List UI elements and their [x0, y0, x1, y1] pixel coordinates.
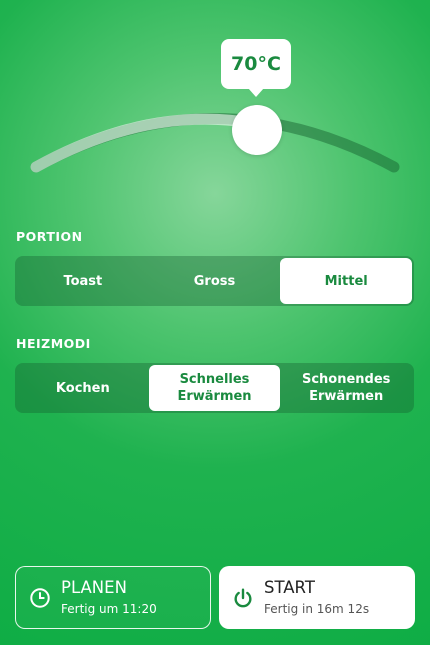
- temperature-slider-handle[interactable]: [232, 105, 282, 155]
- heizmodus-option-kochen[interactable]: Kochen: [17, 365, 149, 411]
- plan-button-text: PLANEN Fertig um 11:20: [61, 578, 157, 617]
- power-icon: [234, 588, 252, 607]
- plan-button-title: PLANEN: [61, 578, 127, 597]
- portion-option-toast[interactable]: Toast: [17, 258, 149, 304]
- plan-button[interactable]: PLANEN Fertig um 11:20: [15, 566, 211, 629]
- clock-icon: [30, 587, 50, 608]
- temperature-slider[interactable]: 70°C: [0, 0, 430, 200]
- heizmodi-segmented-control: Kochen Schnelles Erwärmen Schonendes Erw…: [15, 363, 414, 413]
- heizmodus-option-schonendes-erwaermen[interactable]: Schonendes Erwärmen: [280, 365, 412, 411]
- start-button-title: START: [264, 578, 315, 597]
- heizmodus-option-schnelles-erwaermen[interactable]: Schnelles Erwärmen: [148, 365, 281, 411]
- start-button-subtitle: Fertig in 16m 12s: [264, 602, 370, 616]
- temperature-arc: [30, 113, 400, 173]
- heizmodi-label: HEIZMODI: [16, 336, 91, 351]
- start-button[interactable]: START Fertig in 16m 12s: [219, 566, 415, 629]
- portion-option-gross[interactable]: Gross: [149, 258, 281, 304]
- portion-segmented-control: Toast Gross Mittel: [15, 256, 414, 306]
- plan-button-subtitle: Fertig um 11:20: [61, 602, 157, 616]
- portion-label: PORTION: [16, 229, 83, 244]
- temperature-value: 70°C: [221, 39, 291, 97]
- start-button-text: START Fertig in 16m 12s: [264, 578, 369, 617]
- portion-option-mittel[interactable]: Mittel: [280, 258, 413, 304]
